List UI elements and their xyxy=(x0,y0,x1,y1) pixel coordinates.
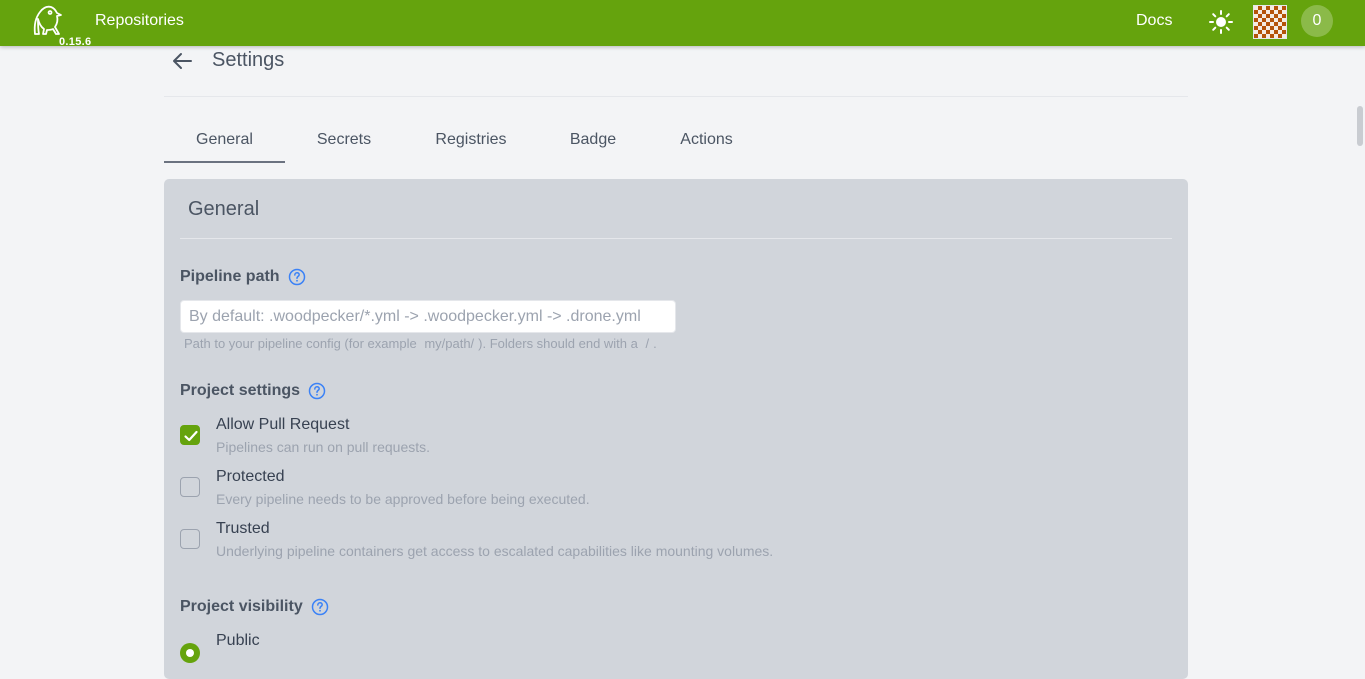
tab-secrets[interactable]: Secrets xyxy=(285,118,403,161)
pipeline-path-label: Pipeline path xyxy=(180,268,280,285)
tab-actions[interactable]: Actions xyxy=(647,118,766,161)
checkmark-icon xyxy=(184,430,198,442)
allow-pull-request-label[interactable]: Allow Pull Request xyxy=(216,416,349,434)
hint-suffix: . xyxy=(653,336,657,351)
user-avatar[interactable] xyxy=(1253,5,1287,39)
nav-docs-link[interactable]: Docs xyxy=(1136,12,1172,30)
tab-general[interactable]: General xyxy=(164,118,285,163)
hint-example-code: my/path/ xyxy=(424,336,475,351)
public-label[interactable]: Public xyxy=(216,632,260,650)
active-pipelines-badge[interactable]: 0 xyxy=(1301,5,1333,37)
header-divider xyxy=(164,96,1188,97)
public-radio[interactable] xyxy=(180,643,200,663)
project-settings-label: Project settings xyxy=(180,382,301,399)
project-visibility-label: Project visibility xyxy=(180,598,303,615)
protected-description: Every pipeline needs to be approved befo… xyxy=(216,491,590,507)
question-circle-icon xyxy=(311,598,328,616)
tab-badge[interactable]: Badge xyxy=(539,118,647,161)
option-trusted: Trusted Underlying pipeline containers g… xyxy=(180,520,980,564)
theme-toggle-button[interactable] xyxy=(1208,9,1234,35)
arrow-left-icon xyxy=(173,53,192,69)
version-label: 0.15.6 xyxy=(59,36,92,48)
help-icon[interactable] xyxy=(311,598,329,616)
protected-checkbox[interactable] xyxy=(180,477,200,497)
trusted-checkbox[interactable] xyxy=(180,529,200,549)
hint-middle: ). Folders should end with a xyxy=(478,336,638,351)
hint-prefix: Path to your pipeline config (for exampl… xyxy=(184,336,417,351)
help-icon[interactable] xyxy=(308,382,326,400)
general-settings-panel: General Pipeline path Path to your pipel… xyxy=(164,179,1188,679)
option-visibility-public: Public xyxy=(180,632,980,676)
trusted-label[interactable]: Trusted xyxy=(216,520,270,538)
woodpecker-logo-icon xyxy=(33,5,62,35)
top-navbar: 0.15.6 Repositories Docs 0 xyxy=(0,0,1365,48)
woodpecker-logo[interactable]: 0.15.6 xyxy=(28,3,91,48)
panel-title: General xyxy=(188,198,260,220)
scrollbar-thumb[interactable] xyxy=(1357,106,1363,146)
pipeline-path-hint: Path to your pipeline config (for exampl… xyxy=(184,336,657,351)
option-allow-pull-request: Allow Pull Request Pipelines can run on … xyxy=(180,416,980,460)
allow-pull-request-description: Pipelines can run on pull requests. xyxy=(216,439,431,455)
back-button[interactable] xyxy=(170,48,196,74)
pipeline-path-heading: Pipeline path xyxy=(180,268,306,286)
tab-registries[interactable]: Registries xyxy=(403,118,539,161)
allow-pull-request-checkbox[interactable] xyxy=(180,425,200,445)
option-protected: Protected Every pipeline needs to be app… xyxy=(180,468,980,512)
question-circle-icon xyxy=(288,268,305,286)
question-circle-icon xyxy=(308,382,326,400)
hint-slash-code: / xyxy=(645,336,650,351)
panel-divider xyxy=(180,238,1172,239)
project-settings-heading: Project settings xyxy=(180,382,326,400)
help-icon[interactable] xyxy=(288,268,306,286)
scrollbar[interactable] xyxy=(1355,46,1365,655)
protected-label[interactable]: Protected xyxy=(216,468,284,486)
nav-repositories-link[interactable]: Repositories xyxy=(95,12,184,30)
sun-icon xyxy=(1209,10,1233,34)
project-visibility-heading: Project visibility xyxy=(180,598,329,616)
page-title: Settings xyxy=(212,49,285,71)
pipeline-path-input[interactable] xyxy=(180,300,676,333)
trusted-description: Underlying pipeline containers get acces… xyxy=(216,543,774,559)
